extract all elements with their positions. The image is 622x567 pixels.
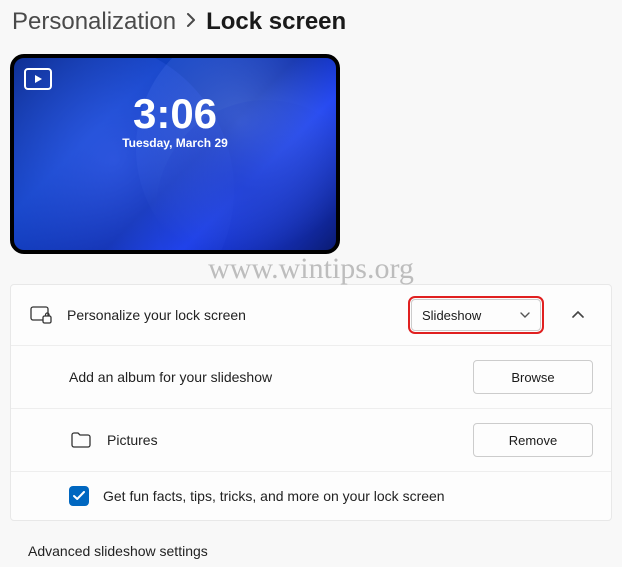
slideshow-indicator-icon (24, 68, 52, 90)
lock-screen-preview: 3:06 Tuesday, March 29 (10, 54, 340, 254)
fun-facts-row[interactable]: Get fun facts, tips, tricks, and more on… (11, 471, 611, 520)
collapse-button[interactable] (563, 300, 593, 330)
check-icon (73, 491, 85, 501)
chevron-right-icon (186, 13, 196, 32)
preview-time: 3:06 (14, 90, 336, 138)
fun-facts-label: Get fun facts, tips, tricks, and more on… (103, 488, 593, 504)
personalize-select-value: Slideshow (422, 308, 481, 323)
breadcrumb-parent[interactable]: Personalization (12, 8, 176, 36)
browse-button[interactable]: Browse (473, 360, 593, 394)
breadcrumb-current: Lock screen (206, 8, 346, 36)
preview-date: Tuesday, March 29 (14, 136, 336, 150)
fun-facts-checkbox[interactable] (69, 486, 89, 506)
chevron-down-icon (520, 312, 530, 318)
remove-button[interactable]: Remove (473, 423, 593, 457)
folder-icon (69, 432, 93, 448)
add-album-label: Add an album for your slideshow (29, 369, 459, 385)
personalize-select[interactable]: Slideshow (411, 299, 541, 331)
album-folder-row: Pictures Remove (11, 408, 611, 471)
picture-lock-icon (29, 306, 53, 324)
advanced-slideshow-row[interactable]: Advanced slideshow settings (10, 527, 612, 567)
album-folder-name: Pictures (107, 432, 459, 448)
personalize-card: Personalize your lock screen Slideshow A… (10, 284, 612, 521)
advanced-label: Advanced slideshow settings (28, 543, 208, 559)
breadcrumb: Personalization Lock screen (10, 8, 612, 36)
personalize-row: Personalize your lock screen Slideshow (11, 285, 611, 345)
add-album-row: Add an album for your slideshow Browse (11, 345, 611, 408)
personalize-label: Personalize your lock screen (67, 307, 397, 323)
watermark: www.wintips.org (208, 252, 414, 286)
chevron-up-icon (572, 311, 584, 319)
